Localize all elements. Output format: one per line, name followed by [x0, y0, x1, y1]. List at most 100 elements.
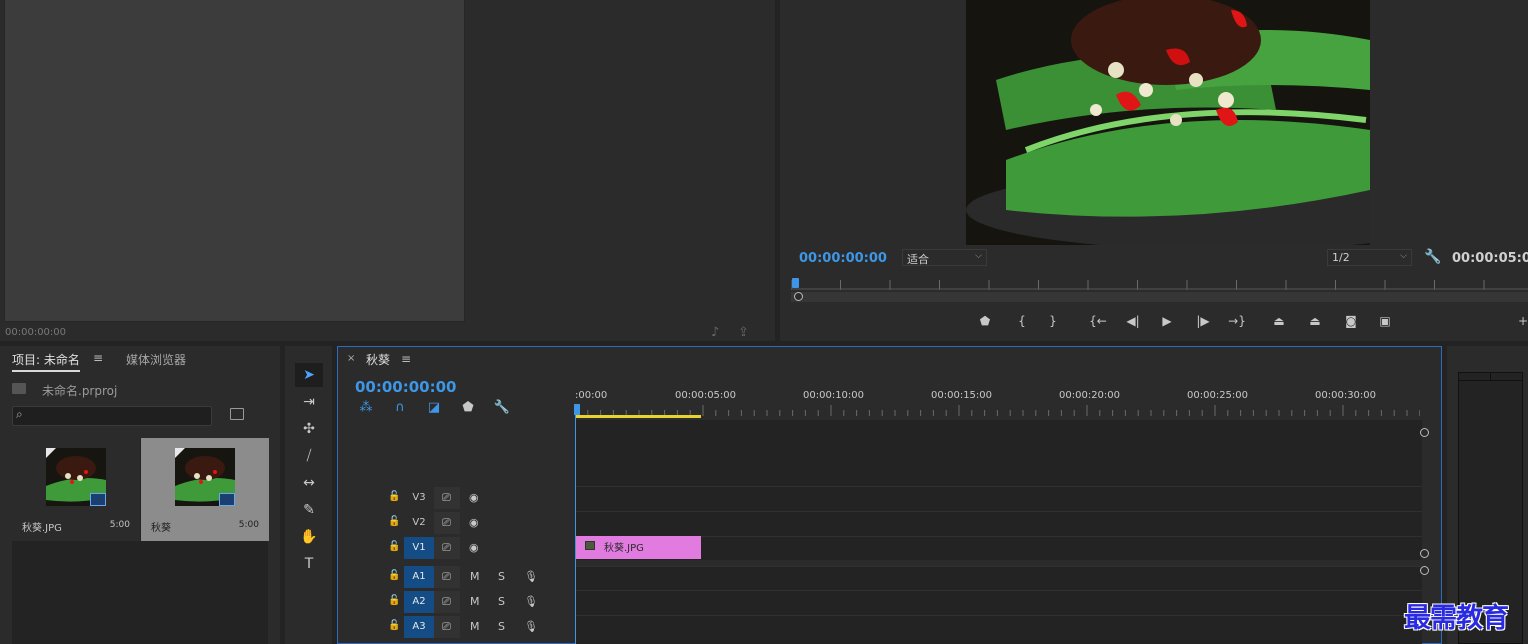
tab-sequence[interactable]: 秋葵: [366, 351, 390, 368]
microphone-icon[interactable]: 🎙: [524, 620, 538, 633]
track-lane-v1[interactable]: [576, 536, 1422, 560]
tab-project[interactable]: 项目: 未命名: [12, 351, 80, 372]
track-select-tool-icon[interactable]: ⇥: [295, 390, 323, 414]
step-back-icon[interactable]: ◀|: [1124, 312, 1142, 330]
nest-icon[interactable]: ⁂: [357, 400, 375, 415]
program-scrollbar-handle[interactable]: [794, 292, 803, 301]
marker-icon[interactable]: ⬟: [976, 312, 994, 330]
track-name[interactable]: A2: [404, 591, 434, 613]
sync-lock-icon[interactable]: ⎚: [442, 491, 451, 505]
program-current-timecode[interactable]: 00:00:00:00: [799, 251, 887, 266]
audio-scroll-handle-top[interactable]: [1420, 566, 1429, 575]
selection-tool-icon[interactable]: ➤: [295, 363, 323, 387]
export-frame-icon[interactable]: ◙: [1342, 312, 1360, 330]
go-to-in-icon[interactable]: {←: [1089, 312, 1107, 330]
wrench-icon[interactable]: 🔧: [493, 400, 511, 415]
track-header-v1: 🔓 V1 ⎚ ◉: [338, 536, 575, 560]
program-preview-image[interactable]: [966, 0, 1370, 245]
lock-icon[interactable]: 🔓: [388, 595, 400, 606]
sync-lock-icon[interactable]: ⎚: [442, 541, 451, 555]
program-duration-timecode: 00:00:05:00: [1452, 251, 1528, 266]
sync-lock-icon[interactable]: ⎚: [442, 570, 451, 584]
track-lane-v2[interactable]: [576, 511, 1422, 535]
source-timecode[interactable]: 00:00:00:00: [5, 327, 66, 338]
mute-button[interactable]: M: [470, 620, 480, 633]
extract-icon[interactable]: ⏏: [1306, 312, 1324, 330]
microphone-icon[interactable]: 🎙: [524, 570, 538, 583]
add-marker-icon[interactable]: ⬟: [459, 400, 477, 415]
track-lane-a2[interactable]: [576, 590, 1422, 614]
work-area-bar[interactable]: [575, 415, 701, 418]
go-to-out-icon[interactable]: →}: [1228, 312, 1246, 330]
track-header-v2: 🔓 V2 ⎚ ◉: [338, 511, 575, 535]
solo-button[interactable]: S: [498, 595, 505, 608]
tab-media-browser[interactable]: 媒体浏览器: [126, 351, 186, 368]
track-lane-a1[interactable]: [576, 566, 1422, 590]
track-name[interactable]: V1: [404, 537, 434, 559]
sequence-badge-icon: [219, 493, 235, 506]
watermark: 最需教育: [1404, 603, 1509, 634]
panel-menu-icon[interactable]: ≡: [93, 351, 103, 365]
slip-tool-icon[interactable]: ↔: [295, 471, 323, 495]
snap-magnet-icon[interactable]: ∩: [391, 400, 409, 415]
lock-icon[interactable]: 🔓: [388, 491, 400, 502]
type-tool-icon[interactable]: T: [295, 552, 323, 576]
panel-menu-icon[interactable]: ≡: [401, 352, 411, 366]
lock-icon[interactable]: 🔓: [388, 516, 400, 527]
track-lane-v3[interactable]: [576, 486, 1422, 510]
sync-lock-icon[interactable]: ⎚: [442, 620, 451, 634]
solo-button[interactable]: S: [498, 620, 505, 633]
eye-icon[interactable]: ◉: [469, 516, 479, 529]
lock-icon[interactable]: 🔓: [388, 570, 400, 581]
add-icon[interactable]: +: [1514, 312, 1528, 330]
program-zoom-scrollbar[interactable]: [791, 292, 1528, 302]
playback-resolution-dropdown[interactable]: 1/2 ⌵: [1327, 249, 1412, 266]
mark-out-icon[interactable]: }: [1044, 312, 1062, 330]
compare-icon[interactable]: ▣: [1376, 312, 1394, 330]
sync-lock-icon[interactable]: ⎚: [442, 595, 451, 609]
track-name[interactable]: V2: [404, 512, 434, 534]
new-bin-icon[interactable]: [230, 408, 244, 420]
play-icon[interactable]: ▶: [1158, 312, 1176, 330]
program-playhead[interactable]: [792, 278, 799, 288]
timeline-clip[interactable]: 秋葵.JPG: [576, 536, 701, 559]
pen-tool-icon[interactable]: ✎: [295, 498, 323, 522]
close-icon[interactable]: ×: [347, 353, 355, 364]
microphone-icon[interactable]: 🎙: [524, 595, 538, 608]
timeline-timecode[interactable]: 00:00:00:00: [355, 378, 457, 396]
track-lane-a3[interactable]: [576, 615, 1422, 639]
video-track-scrollbar[interactable]: [1420, 428, 1429, 575]
project-item-image[interactable]: 秋葵.JPG 5:00: [12, 438, 140, 541]
lock-icon[interactable]: 🔓: [388, 620, 400, 631]
chevron-down-icon: ⌵: [1400, 251, 1407, 261]
hand-tool-icon[interactable]: ✋: [295, 525, 323, 549]
track-name[interactable]: A1: [404, 566, 434, 588]
linked-selection-icon[interactable]: ◪: [425, 400, 443, 415]
program-time-ruler[interactable]: [790, 276, 1528, 290]
razor-tool-icon[interactable]: ⧸: [295, 444, 323, 468]
mark-in-icon[interactable]: {: [1013, 312, 1031, 330]
source-monitor-viewer[interactable]: [4, 0, 465, 322]
scroll-handle-bottom[interactable]: [1420, 549, 1429, 558]
track-name[interactable]: A3: [404, 616, 434, 638]
zoom-fit-dropdown[interactable]: 适合 ⌵: [902, 249, 987, 266]
project-item-sequence[interactable]: 秋葵 5:00: [141, 438, 269, 541]
mute-button[interactable]: M: [470, 570, 480, 583]
export-icon[interactable]: ⇪: [738, 325, 749, 340]
timeline-ruler[interactable]: :00:00 00:00:05:00 00:00:10:00 00:00:15:…: [575, 390, 1420, 404]
solo-button[interactable]: S: [498, 570, 505, 583]
lift-icon[interactable]: ⏏: [1270, 312, 1288, 330]
eye-icon[interactable]: ◉: [469, 541, 479, 554]
mute-button[interactable]: M: [470, 595, 480, 608]
sync-lock-icon[interactable]: ⎚: [442, 516, 451, 530]
lock-icon[interactable]: 🔓: [388, 541, 400, 552]
scroll-handle-top[interactable]: [1420, 428, 1429, 437]
wrench-icon[interactable]: 🔧: [1424, 249, 1441, 265]
audio-drag-icon[interactable]: ♪: [711, 325, 719, 340]
ripple-edit-tool-icon[interactable]: ✣: [295, 417, 323, 441]
track-name[interactable]: V3: [404, 487, 434, 509]
step-forward-icon[interactable]: |▶: [1194, 312, 1212, 330]
timeline-playhead[interactable]: [574, 404, 580, 415]
eye-icon[interactable]: ◉: [469, 491, 479, 504]
search-input[interactable]: [12, 406, 212, 426]
